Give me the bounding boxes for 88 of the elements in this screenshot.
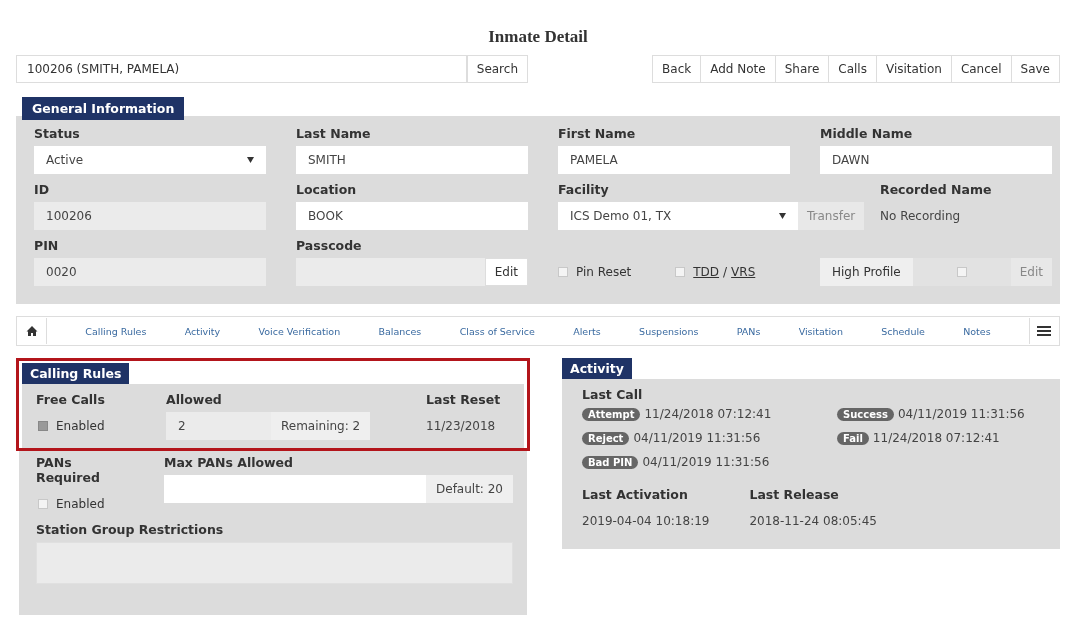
nav-link[interactable]: Activity (184, 325, 221, 337)
field-label: Facility (558, 182, 610, 197)
field-label: Location (296, 182, 358, 197)
nav-link[interactable]: Notes (963, 325, 991, 337)
field-label: Passcode (296, 238, 363, 253)
field-label: Allowed (166, 392, 223, 407)
nav-link[interactable]: Schedule (881, 325, 925, 337)
nav-link[interactable]: Balances (378, 325, 422, 337)
page-title: Inmate Detail (487, 26, 589, 48)
field-label: Max PANs Allowed (164, 455, 295, 470)
status-badge: Fail (837, 431, 869, 445)
passcode-field[interactable] (296, 258, 485, 286)
remaining-addon: Remaining: 2 (271, 412, 371, 440)
status-badge: Attempt (582, 407, 641, 421)
field-label: First Name (558, 126, 637, 141)
toolbar-button[interactable]: Cancel (951, 55, 1012, 83)
edit-button[interactable]: Edit (484, 258, 528, 286)
default-addon: Default: 20 (426, 475, 513, 503)
pin-field[interactable]: 0020 (34, 258, 266, 286)
section-title: Activity (562, 358, 632, 379)
caret-icon (247, 157, 254, 163)
checkbox[interactable] (558, 267, 568, 277)
first-name-field[interactable]: PAMELA (558, 146, 790, 174)
field-label: Last Activation (582, 487, 689, 502)
toolbar-button[interactable]: Back (652, 55, 702, 83)
separator-text: / (723, 265, 728, 279)
field-label: Status (34, 126, 81, 141)
event-time: 11/24/2018 07:12:41 (644, 407, 772, 421)
home-icon (25, 325, 38, 337)
status-badge: Success (837, 407, 894, 421)
field-label: Last Call (582, 387, 644, 402)
checkbox[interactable] (38, 499, 48, 509)
field-label: Middle Name (820, 126, 914, 141)
status-dropdown[interactable]: Active (34, 146, 266, 174)
field-label: ID (34, 182, 51, 197)
field-label: Free Calls (36, 392, 106, 407)
field-label: PIN (34, 238, 60, 253)
allowed-field[interactable]: 2 (166, 412, 271, 440)
field-label: PANs Required (36, 455, 101, 485)
nav-link[interactable]: Class of Service (459, 325, 535, 337)
checkbox[interactable] (956, 267, 967, 277)
nav-link[interactable]: Suspensions (639, 325, 699, 337)
max-pans-field[interactable] (164, 475, 426, 503)
checkbox[interactable] (38, 421, 48, 431)
search-field[interactable]: 100206 (SMITH, PAMELA) (16, 55, 467, 83)
field-label: Last Release (749, 487, 840, 502)
vrs-link[interactable]: VRS (731, 265, 756, 279)
checkbox-label: Enabled (56, 497, 105, 511)
caret-icon (779, 213, 786, 219)
section-title: Calling Rules (22, 363, 130, 384)
field-label: Last Reset (426, 392, 502, 407)
middle-name-field[interactable]: DAWN (820, 146, 1052, 174)
last-release-value: 2018-11-24 08:05:45 (749, 513, 877, 530)
recorded-name-value: No Recording (880, 208, 962, 225)
event-time: 11/24/2018 07:12:41 (872, 431, 1000, 445)
event-time: 04/11/2019 11:31:56 (897, 407, 1025, 421)
nav-link[interactable]: Voice Verification (258, 325, 341, 337)
last-activation-value: 2019-04-04 10:18:19 (582, 513, 710, 530)
checkbox[interactable] (675, 267, 686, 277)
tdd-link[interactable]: TDD (693, 265, 720, 279)
toolbar-button[interactable]: Share (775, 55, 830, 83)
location-field[interactable]: BOOK (296, 202, 528, 230)
nav-link[interactable]: Calling Rules (85, 325, 147, 337)
field-label: Recorded Name (880, 182, 993, 197)
event-time: 04/11/2019 11:31:56 (633, 431, 761, 445)
menu-icon (1037, 325, 1052, 337)
section-title: General Information (22, 97, 185, 120)
field-label: Station Group Restrictions (36, 522, 225, 537)
high-profile-toggle[interactable] (912, 258, 1011, 286)
nav-link[interactable]: Alerts (573, 325, 601, 337)
status-badge: Bad PIN (582, 455, 639, 469)
toolbar-button[interactable]: Save (1011, 55, 1060, 83)
nav-link[interactable]: PANs (736, 325, 761, 337)
field-label: Last Name (296, 126, 372, 141)
toolbar-button[interactable]: Calls (829, 55, 877, 83)
id-field[interactable]: 100206 (34, 202, 266, 230)
high-profile-label: High Profile (820, 258, 913, 286)
last-name-field[interactable]: SMITH (296, 146, 528, 174)
last-reset-value: 11/23/2018 (426, 418, 497, 435)
checkbox-label: Pin Reset (576, 265, 632, 279)
toolbar-button[interactable]: Add Note (701, 55, 776, 83)
toolbar-button[interactable]: Visitation (876, 55, 952, 83)
checkbox-label: Enabled (56, 419, 105, 433)
status-badge: Reject (582, 431, 630, 445)
nav-link[interactable]: Visitation (798, 325, 843, 337)
search-button[interactable]: Search (466, 55, 528, 83)
facility-dropdown[interactable]: ICS Demo 01, TX (558, 202, 798, 230)
event-time: 04/11/2019 11:31:56 (642, 455, 770, 469)
